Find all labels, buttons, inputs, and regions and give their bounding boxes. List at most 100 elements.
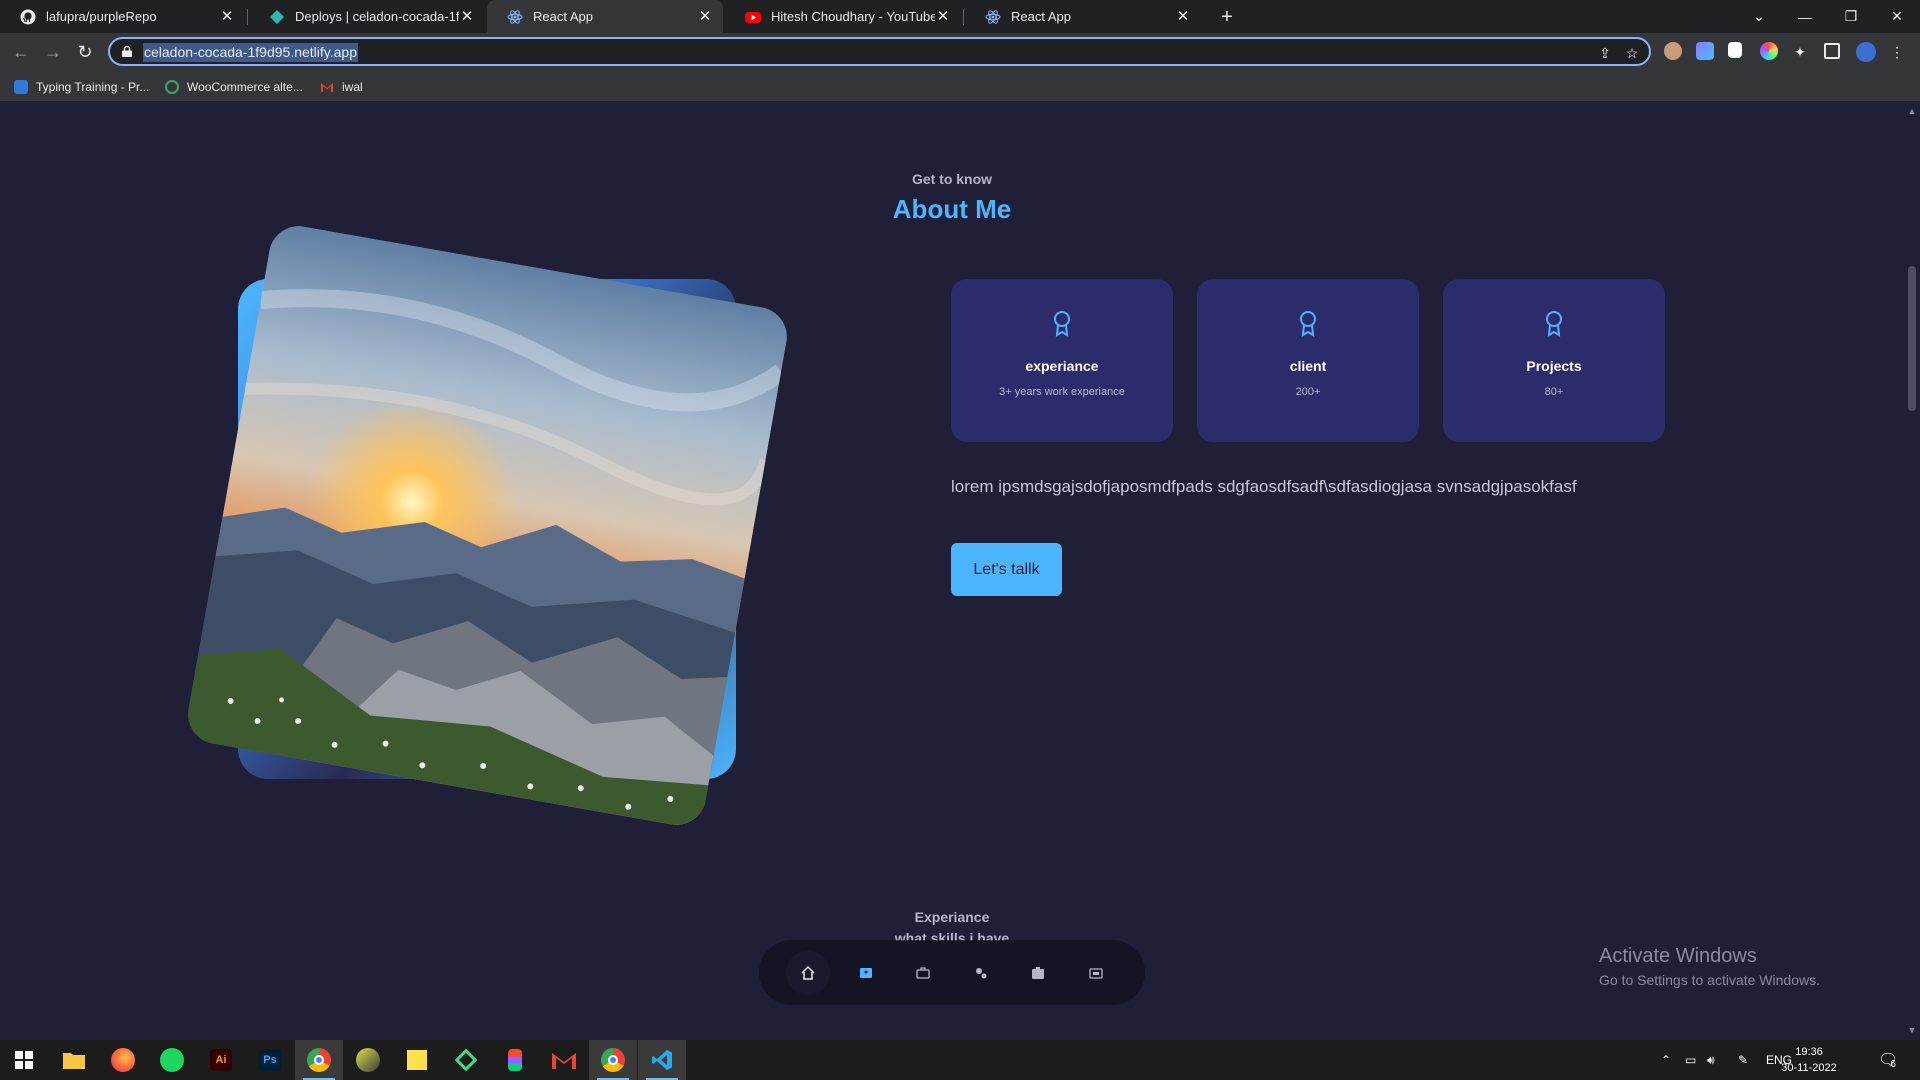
close-window-icon[interactable]: ✕ [1874, 0, 1920, 33]
app-diamond-icon[interactable] [442, 1040, 490, 1080]
nav-experience[interactable] [901, 951, 945, 995]
about-title: About Me [892, 194, 1012, 224]
photoshop-icon[interactable]: Ps [246, 1040, 294, 1080]
card-projects: Projects 80+ [1443, 279, 1665, 442]
card-title: Projects [1526, 358, 1582, 374]
nav-services[interactable] [959, 951, 1003, 995]
extension-color-icon[interactable] [1760, 42, 1778, 60]
netlify-icon [270, 9, 284, 24]
tab-youtube[interactable]: Hitesh Choudhary - YouTube ✕ [725, 0, 961, 33]
user-icon [860, 968, 872, 978]
bookmark-woocommerce[interactable]: WooCommerce alte... [165, 78, 303, 95]
tab-deploys[interactable]: Deploys | celadon-cocada-1f9d95 ✕ [249, 0, 485, 33]
windows-logo [15, 1051, 33, 1069]
tab-title: Deploys | celadon-cocada-1f9d95 [295, 9, 459, 24]
vscode-icon[interactable] [638, 1040, 686, 1080]
card-subtitle: 3+ years work experiance [999, 386, 1125, 398]
network-icon[interactable]: ▭ [1685, 1040, 1696, 1080]
browser-tab-strip: lafupra/purpleRepo ✕ Deploys | celadon-c… [0, 0, 1920, 33]
tab-react-app[interactable]: React App ✕ [965, 0, 1201, 33]
lock-icon [122, 46, 132, 57]
woocommerce-icon [165, 79, 179, 94]
tab-react-app-active[interactable]: React App ✕ [487, 0, 723, 33]
app-icon[interactable] [344, 1040, 392, 1080]
notifications-icon[interactable]: 🗨︎ 6 [1878, 1040, 1898, 1080]
bookmark-iwal[interactable]: iwal [320, 78, 363, 95]
firefox-icon[interactable] [99, 1040, 147, 1080]
chrome-shape [307, 1048, 331, 1072]
nav-home[interactable] [786, 951, 830, 995]
clock[interactable]: 19:36 30-11-2022 [1780, 1044, 1838, 1076]
page-content: Get to know About Me experiance 3+ years… [0, 103, 1904, 1040]
close-icon[interactable]: ✕ [219, 8, 235, 25]
contact-icon [1089, 968, 1103, 979]
extensions-puzzle-icon[interactable]: ✦ [1791, 43, 1809, 61]
lets-talk-button[interactable]: Let's tallk [951, 543, 1062, 596]
side-panel-icon[interactable] [1824, 43, 1840, 59]
extension-grid-icon[interactable] [1696, 42, 1714, 60]
clock-time: 19:36 [1795, 1046, 1823, 1058]
volume-icon[interactable]: 🔊︎ [1707, 1040, 1715, 1080]
chrome-profile-icon[interactable] [589, 1040, 637, 1080]
windows-start-icon[interactable] [0, 1040, 48, 1080]
photoshop-shape: Ps [259, 1049, 281, 1071]
firefox-shape [111, 1048, 135, 1072]
scroll-up-icon[interactable]: ▲ [1907, 106, 1917, 116]
bookmark-typing-training[interactable]: Typing Training - Pr... [14, 78, 149, 95]
profile-avatar-icon[interactable] [1856, 42, 1876, 62]
card-client: client 200+ [1197, 279, 1419, 442]
illustrator-shape: Ai [210, 1049, 232, 1071]
tab-title: Hitesh Choudhary - YouTube [771, 9, 935, 24]
gmail-icon[interactable] [540, 1040, 588, 1080]
share-icon[interactable]: ⇪ [1596, 44, 1614, 62]
extension-doc-icon[interactable] [1728, 42, 1742, 58]
forward-icon[interactable]: → [41, 40, 65, 64]
card-title: experiance [1025, 358, 1099, 374]
tab-purplerepo[interactable]: lafupra/purpleRepo ✕ [0, 0, 245, 33]
sticky-notes-shape [407, 1050, 427, 1070]
bookmark-label: WooCommerce alte... [187, 79, 303, 94]
extension-avatar-icon[interactable] [1664, 42, 1682, 60]
app-shape [356, 1048, 380, 1072]
bookmark-star-icon[interactable]: ☆ [1623, 44, 1641, 62]
close-icon[interactable]: ✕ [935, 8, 951, 25]
chrome-center [314, 1055, 324, 1065]
nav-contact[interactable] [1074, 951, 1118, 995]
award-icon [1300, 311, 1316, 337]
minimize-icon[interactable]: — [1782, 0, 1828, 33]
nav-portfolio[interactable] [1016, 951, 1060, 995]
package-icon [1032, 967, 1044, 979]
figma-icon[interactable] [491, 1040, 539, 1080]
pen-icon[interactable]: ✎ [1738, 1040, 1748, 1080]
address-bar[interactable]: celadon-cocada-1f9d95.netlify.app ⇪ ☆ [108, 37, 1651, 66]
close-icon[interactable]: ✕ [459, 8, 475, 25]
back-icon[interactable]: ← [9, 40, 33, 64]
card-subtitle: 200+ [1295, 386, 1321, 398]
menu-dots-icon[interactable]: ⋮ [1888, 43, 1906, 61]
vscode-shape [652, 1050, 672, 1070]
spotify-icon[interactable] [148, 1040, 196, 1080]
scroll-thumb[interactable] [1908, 266, 1916, 411]
close-icon[interactable]: ✕ [1175, 8, 1191, 25]
file-explorer-icon[interactable] [50, 1040, 98, 1080]
page-scrollbar[interactable]: ▲ ▼ [1904, 103, 1920, 1040]
react-icon [507, 9, 523, 24]
show-hidden-icons[interactable]: ⌃ [1661, 1040, 1671, 1080]
illustrator-icon[interactable]: Ai [197, 1040, 245, 1080]
award-icon [1546, 311, 1562, 337]
typing-icon [14, 79, 28, 94]
tab-search-icon[interactable]: ⌄ [1736, 0, 1782, 33]
nav-about[interactable] [844, 951, 888, 995]
tab-title: lafupra/purpleRepo [46, 9, 157, 24]
spotify-shape [160, 1048, 184, 1072]
reload-icon[interactable]: ↻ [73, 40, 97, 64]
new-tab-button[interactable]: + [1214, 4, 1240, 30]
restore-icon[interactable]: ❐ [1828, 0, 1874, 33]
bookmark-label: iwal [342, 79, 363, 94]
url-text[interactable]: celadon-cocada-1f9d95.netlify.app [143, 43, 359, 62]
figma-shape [508, 1049, 522, 1071]
close-icon[interactable]: ✕ [697, 8, 713, 25]
sticky-notes-icon[interactable] [393, 1040, 441, 1080]
chrome-icon[interactable] [295, 1040, 343, 1080]
scroll-down-icon[interactable]: ▼ [1907, 1025, 1917, 1035]
